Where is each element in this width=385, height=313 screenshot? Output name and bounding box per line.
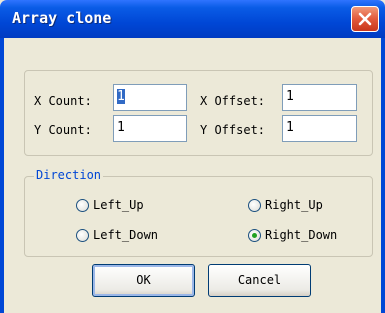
x-offset-field[interactable]: 1 xyxy=(282,84,357,111)
radio-circle xyxy=(76,229,89,242)
y-count-value: 1 xyxy=(117,120,125,135)
x-count-field[interactable]: 1 xyxy=(113,84,187,111)
window-frame-left xyxy=(0,38,4,313)
y-count-field[interactable]: 1 xyxy=(113,115,187,142)
direction-legend: Direction xyxy=(34,168,104,182)
ok-button[interactable]: OK xyxy=(92,264,195,297)
count-offset-panel xyxy=(24,70,373,156)
cancel-button[interactable]: Cancel xyxy=(208,264,311,297)
direction-group xyxy=(24,176,373,257)
radio-right-down-label: Right_Down xyxy=(265,228,338,242)
window-title: Array clone xyxy=(12,9,112,27)
x-count-value: 1 xyxy=(117,89,125,104)
radio-circle xyxy=(248,199,261,212)
close-icon xyxy=(358,12,372,26)
y-offset-label: Y Offset: xyxy=(200,123,266,137)
radio-left-down-label: Left_Down xyxy=(93,228,159,242)
array-clone-dialog: Array clone X Count: 1 X Offset: 1 Y Cou… xyxy=(0,0,385,313)
radio-selected-dot xyxy=(252,233,257,238)
radio-circle xyxy=(248,229,261,242)
x-count-label: X Count: xyxy=(34,94,92,108)
radio-circle xyxy=(76,199,89,212)
x-offset-label: X Offset: xyxy=(200,94,266,108)
y-offset-field[interactable]: 1 xyxy=(282,115,357,142)
radio-left-up-label: Left_Up xyxy=(93,198,144,212)
y-count-label: Y Count: xyxy=(34,123,92,137)
x-offset-value: 1 xyxy=(286,89,294,104)
title-bar[interactable]: Array clone xyxy=(0,0,385,38)
close-button[interactable] xyxy=(351,6,379,32)
window-frame-right xyxy=(381,38,385,313)
y-offset-value: 1 xyxy=(286,120,294,135)
radio-right-up-label: Right_Up xyxy=(265,198,323,212)
